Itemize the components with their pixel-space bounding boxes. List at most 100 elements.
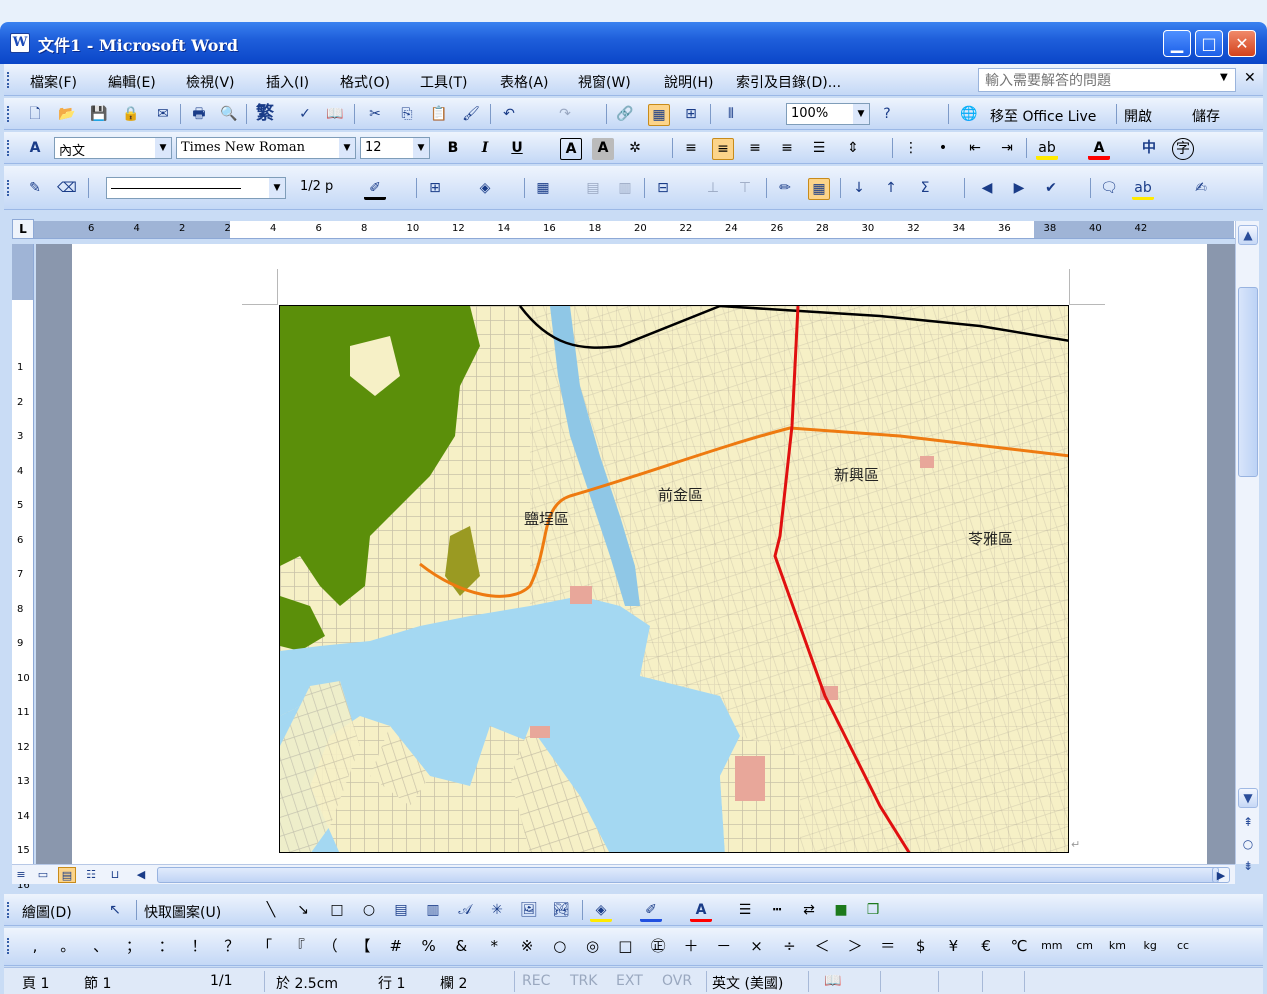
tables-grip[interactable] [7,180,11,196]
style-dropdown-icon[interactable]: ▼ [155,138,171,158]
shading-icon[interactable]: ◈ [474,178,496,200]
show-gridlines-icon[interactable]: ▦ [808,178,830,200]
symbol-button[interactable]: ； [122,936,144,958]
table-autoformat-icon[interactable]: ✏ [774,178,796,200]
zoom-combo[interactable]: 100% ▼ [786,103,870,125]
wordart-icon[interactable]: 𝒜 [454,900,476,922]
status-ext[interactable]: EXT [616,973,643,989]
symbol-button[interactable]: （ [319,936,341,958]
symbol-button[interactable]: ： [155,936,177,958]
symbol-button[interactable]: ㊣ [647,936,669,958]
merge-cells-icon[interactable]: ▤ [582,178,604,200]
help-question-input[interactable] [978,68,1236,92]
vertical-text-box-icon[interactable]: ▥ [422,900,444,922]
arrow-tool-icon[interactable]: ↘ [292,900,314,922]
symbol-button[interactable]: ○ [549,936,571,958]
italic-button[interactable]: I [474,138,496,160]
increase-indent-icon[interactable]: ⇥ [996,138,1018,160]
paste-icon[interactable]: 📋 [428,104,450,126]
spelling-status-icon[interactable]: 📖 [824,973,841,989]
outline-view-icon[interactable]: ☷ [82,867,100,883]
distribute-rows-icon[interactable]: ⊥ [702,178,724,200]
highlight-icon[interactable]: ab [1036,138,1058,160]
status-language[interactable]: 英文 (美國) [712,973,783,993]
horizontal-scroll-thumb[interactable] [157,867,1219,883]
close-button[interactable]: ✕ [1228,30,1256,57]
shadow-style-icon[interactable]: ■ [830,900,852,922]
scroll-down-icon[interactable]: ▼ [1238,788,1258,808]
symbol-button[interactable]: ！ [188,936,210,958]
text-box-icon[interactable]: ▤ [390,900,412,922]
previous-change-icon[interactable]: ◀ [976,178,998,200]
insert-picture-icon[interactable]: 🏞 [550,900,572,922]
draw-table-icon[interactable]: ✎ [24,178,46,200]
symbol-button[interactable]: , [24,936,46,958]
line-style-icon[interactable]: ☰ [734,900,756,922]
document-area[interactable]: 鹽埕區 前金區 新興區 苓雅區 ↵ [36,244,1235,864]
diagram-icon[interactable]: ✳ [486,900,508,922]
fill-color-icon[interactable]: ◈ [590,900,612,922]
menu-index[interactable]: 索引及目錄(D)... [736,72,841,92]
open-folder-icon[interactable]: 📂 [56,104,78,126]
symbol-button[interactable]: * [483,936,505,958]
insert-table-icon-2[interactable]: ▦ [532,178,554,200]
print-layout-view-icon[interactable]: ▤ [58,867,76,883]
tables-borders-icon[interactable]: ▦ [648,104,670,126]
menu-window[interactable]: 視窗(W) [578,72,631,92]
help-icon[interactable]: ? [876,104,898,126]
reviewing-pane-icon[interactable]: ✍ [1190,178,1212,200]
format-painter-icon[interactable]: 🖌 [460,104,482,126]
font-dropdown-icon[interactable]: ▼ [339,138,355,158]
border-color-icon[interactable]: ✐ [364,178,386,200]
symbol-button[interactable]: 『 [286,936,308,958]
line-spacing-icon[interactable]: ⇕ [842,138,864,160]
menu-format[interactable]: 格式(O) [340,72,390,92]
sort-ascending-icon[interactable]: ↓ [848,178,870,200]
line-color-icon[interactable]: ✐ [640,900,662,922]
vertical-ruler[interactable]: 1 2 3 4 5 6 7 8 9 10 11 12 13 14 15 16 [12,244,34,891]
text-effects-icon[interactable]: ✲ [624,138,646,160]
draw-menu[interactable]: 繪圖(D) [22,902,72,922]
menu-file[interactable]: 檔案(F) [30,72,77,92]
line-tool-icon[interactable]: ╲ [260,900,282,922]
symbol-button[interactable]: cm [1074,936,1096,958]
scroll-up-icon[interactable]: ▲ [1238,225,1258,245]
distribute-cols-icon[interactable]: ⊤ [734,178,756,200]
size-dropdown-icon[interactable]: ▼ [413,138,429,158]
symbol-button[interactable]: km [1106,936,1128,958]
save-menu-button[interactable]: 儲存 [1192,106,1220,126]
title-bar[interactable]: W 文件1 - Microsoft Word ▁ □ ✕ [0,22,1267,64]
previous-page-icon[interactable]: ⇞ [1238,813,1258,833]
borders-icon[interactable]: ⊞ [424,178,446,200]
enclose-chars-button[interactable]: 字 [1172,138,1194,160]
symbol-button[interactable]: × [746,936,768,958]
symbol-button[interactable]: mm [1041,936,1063,958]
menu-insert[interactable]: 插入(I) [266,72,309,92]
autoshapes-menu[interactable]: 快取圖案(U) [144,902,221,922]
symbol-button[interactable]: ÷ [778,936,800,958]
spelling-icon[interactable]: ✓ [294,104,316,126]
select-browse-object-icon[interactable]: ○ [1238,835,1258,855]
arrow-style-icon[interactable]: ⇄ [798,900,820,922]
symbol-grip[interactable] [7,938,11,954]
map-image[interactable]: 鹽埕區 前金區 新興區 苓雅區 [279,305,1069,853]
hyperlink-icon[interactable]: 🔗 [614,104,636,126]
phonetic-guide-button[interactable]: 中 [1138,138,1160,160]
numbering-icon[interactable]: ⋮ [900,138,922,160]
autosum-icon[interactable]: Σ [914,178,936,200]
insert-table-icon[interactable]: ⊞ [680,104,702,126]
horizontal-scrollbar[interactable]: ≡ ▭ ▤ ☷ ⊔ ◀ ▶ [12,864,1235,884]
symbol-button[interactable]: ¥ [942,936,964,958]
align-left-icon[interactable]: ≡ [712,138,734,160]
font-color-button[interactable]: A [1088,138,1110,160]
columns-icon[interactable]: ⫴ [720,104,742,126]
symbol-button[interactable]: 。 [57,936,79,958]
minimize-button[interactable]: ▁ [1163,30,1191,57]
office-live-link[interactable]: 移至 Office Live [990,106,1096,126]
symbol-button[interactable]: ＝ [877,936,899,958]
symbol-button[interactable]: □ [614,936,636,958]
distributed-icon[interactable]: ☰ [808,138,830,160]
char-border-button[interactable]: A [560,138,582,160]
open-menu-button[interactable]: 開啟 [1124,106,1152,126]
research-icon[interactable]: 📖 [324,104,346,126]
